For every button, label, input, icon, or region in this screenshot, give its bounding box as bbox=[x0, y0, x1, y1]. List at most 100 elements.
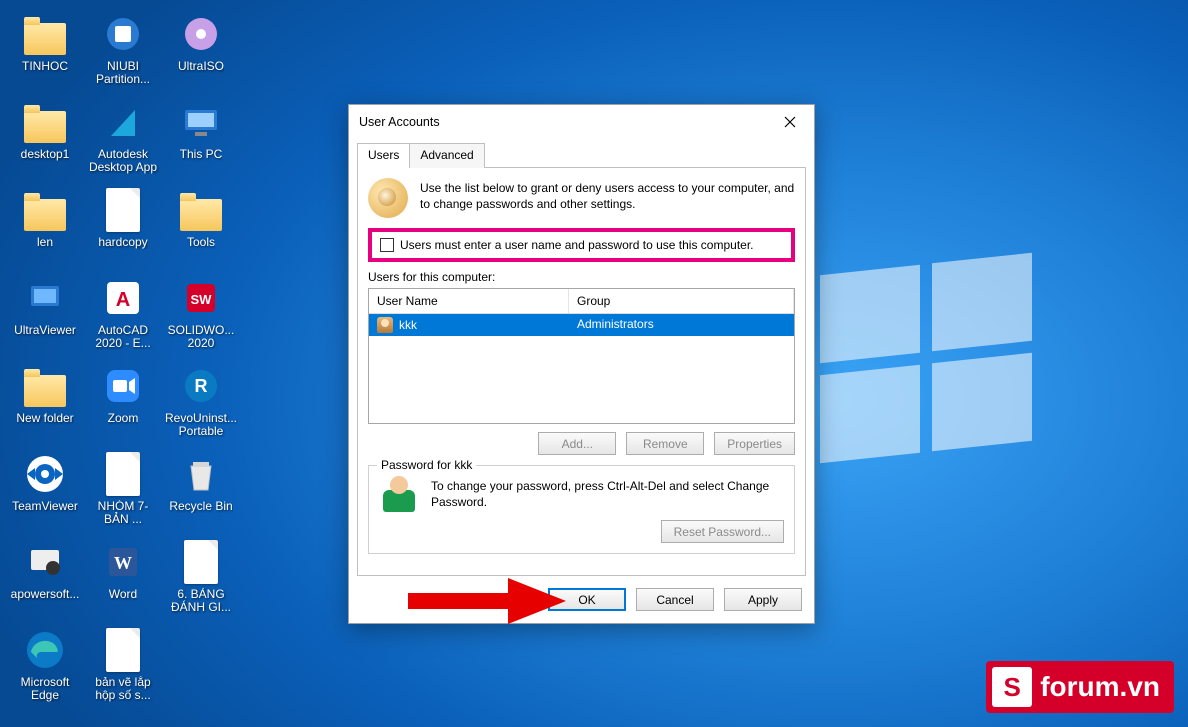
dialog-title: User Accounts bbox=[359, 115, 440, 129]
desktop-icon-apowersoft[interactable]: apowersoft... bbox=[6, 536, 84, 624]
desktop-icon-autocad-2020-e[interactable]: A AutoCAD 2020 - E... bbox=[84, 272, 162, 360]
properties-button[interactable]: Properties bbox=[714, 432, 795, 455]
app-adsk-icon bbox=[99, 98, 147, 146]
windows-logo-backdrop bbox=[820, 270, 1040, 470]
app-uiso-icon bbox=[177, 10, 225, 58]
desktop-icon-label: New folder bbox=[16, 412, 73, 425]
apply-button[interactable]: Apply bbox=[724, 588, 802, 611]
listview-header[interactable]: User Name Group bbox=[369, 289, 794, 314]
desktop-icon-hardcopy[interactable]: hardcopy bbox=[84, 184, 162, 272]
dialog-button-row: OK Cancel Apply bbox=[349, 584, 814, 623]
desktop-icon-label: Tools bbox=[187, 236, 215, 249]
titlebar: User Accounts bbox=[349, 105, 814, 139]
ok-button[interactable]: OK bbox=[548, 588, 626, 611]
desktop-icon-desktop1[interactable]: desktop1 bbox=[6, 96, 84, 184]
desktop-icon-label: len bbox=[37, 236, 53, 249]
require-login-label: Users must enter a user name and passwor… bbox=[400, 238, 754, 252]
app-uv-icon bbox=[21, 274, 69, 322]
thispc-icon bbox=[177, 98, 225, 146]
desktop-icon-revouninst-portable[interactable]: RRevoUninst... Portable bbox=[162, 360, 240, 448]
avatar-icon bbox=[379, 476, 419, 512]
desktop-icon-label: TINHOC bbox=[22, 60, 68, 73]
checkbox-highlight: Users must enter a user name and passwor… bbox=[368, 228, 795, 262]
cell-group: Administrators bbox=[569, 314, 794, 336]
cancel-button[interactable]: Cancel bbox=[636, 588, 714, 611]
password-groupbox: Password for kkk To change your password… bbox=[368, 465, 795, 554]
tab-panel-users: Use the list below to grant or deny user… bbox=[357, 167, 806, 576]
svg-text:SW: SW bbox=[191, 292, 213, 307]
desktop-icon-autodesk-desktop-app[interactable]: Autodesk Desktop App bbox=[84, 96, 162, 184]
remove-button[interactable]: Remove bbox=[626, 432, 704, 455]
tab-users[interactable]: Users bbox=[357, 143, 410, 168]
tabstrip: Users Advanced bbox=[357, 143, 806, 168]
desktop-icon-label: TeamViewer bbox=[12, 500, 78, 513]
desktop-icon-label: UltraViewer bbox=[14, 324, 76, 337]
app-apw-icon bbox=[21, 538, 69, 586]
desktop-icon-tinhoc[interactable]: TINHOC bbox=[6, 8, 84, 96]
folder-icon bbox=[21, 186, 69, 234]
desktop-icon-word[interactable]: W Word bbox=[84, 536, 162, 624]
desktop-icon-label: Word bbox=[109, 588, 137, 601]
folder-icon bbox=[21, 10, 69, 58]
desktop-icon-zoom[interactable]: Zoom bbox=[84, 360, 162, 448]
desktop-icon-label: AutoCAD 2020 - E... bbox=[86, 324, 160, 350]
password-legend: Password for kkk bbox=[377, 458, 476, 472]
app-zoom-icon bbox=[99, 362, 147, 410]
svg-text:A: A bbox=[116, 289, 130, 311]
desktop-icon-b-n-v-l-p-h-p-s-s[interactable]: bản vẽ lắp hộp số s... bbox=[84, 624, 162, 712]
doc-word-icon bbox=[177, 538, 225, 586]
desktop-icon-6-b-ng-nh-gi[interactable]: 6. BẢNG ĐÁNH GI... bbox=[162, 536, 240, 624]
desktop-icon-ultraiso[interactable]: UltraISO bbox=[162, 8, 240, 96]
desktop-icon-teamviewer[interactable]: TeamViewer bbox=[6, 448, 84, 536]
users-listview[interactable]: User Name Group kkk Administrators bbox=[368, 288, 795, 424]
close-icon bbox=[784, 116, 796, 128]
desktop-icon-label: bản vẽ lắp hộp số s... bbox=[86, 676, 160, 702]
desktop-icon-tools[interactable]: Tools bbox=[162, 184, 240, 272]
desktop-icon-nh-m-7-b-n[interactable]: NHÓM 7-BẢN ... bbox=[84, 448, 162, 536]
app-edge-icon bbox=[21, 626, 69, 674]
app-word-icon: W bbox=[99, 538, 147, 586]
app-acad-icon: A bbox=[99, 274, 147, 322]
desktop-icon-new-folder[interactable]: New folder bbox=[6, 360, 84, 448]
desktop-icon-label: SOLIDWO... 2020 bbox=[164, 324, 238, 350]
desktop-icon-label: NIUBI Partition... bbox=[86, 60, 160, 86]
desktop-icon-solidwo-2020[interactable]: SW SOLIDWO... 2020 bbox=[162, 272, 240, 360]
desktop-icon-recycle-bin[interactable]: Recycle Bin bbox=[162, 448, 240, 536]
desktop-icon-label: apowersoft... bbox=[11, 588, 80, 601]
desktop-icon-label: RevoUninst... Portable bbox=[164, 412, 238, 438]
doc-icon bbox=[99, 186, 147, 234]
reset-password-button[interactable]: Reset Password... bbox=[661, 520, 784, 543]
col-group[interactable]: Group bbox=[569, 289, 794, 313]
desktop-icon-len[interactable]: len bbox=[6, 184, 84, 272]
listview-row-selected[interactable]: kkk Administrators bbox=[369, 314, 794, 336]
cell-username: kkk bbox=[399, 318, 417, 332]
desktop-icon-ultraviewer[interactable]: UltraViewer bbox=[6, 272, 84, 360]
watermark: S forum.vn bbox=[986, 661, 1174, 713]
folder-shortcut-icon bbox=[177, 186, 225, 234]
svg-text:W: W bbox=[114, 553, 132, 573]
desktop: TINHOC desktop1 len UltraViewer New folder Te… bbox=[0, 0, 320, 720]
app-sw-icon: SW bbox=[177, 274, 225, 322]
close-button[interactable] bbox=[768, 107, 812, 137]
users-list-label: Users for this computer: bbox=[368, 270, 795, 284]
desktop-icon-niubi-partition[interactable]: NIUBI Partition... bbox=[84, 8, 162, 96]
desktop-icon-microsoft-edge[interactable]: Microsoft Edge bbox=[6, 624, 84, 712]
desktop-icon-label: hardcopy bbox=[98, 236, 147, 249]
desktop-icon-label: desktop1 bbox=[21, 148, 70, 161]
recycle-icon bbox=[177, 450, 225, 498]
tab-advanced[interactable]: Advanced bbox=[410, 143, 484, 168]
user-icon bbox=[377, 317, 393, 333]
add-button[interactable]: Add... bbox=[538, 432, 616, 455]
require-login-checkbox[interactable] bbox=[380, 238, 394, 252]
desktop-icon-label: Recycle Bin bbox=[169, 500, 232, 513]
desktop-icon-this-pc[interactable]: This PC bbox=[162, 96, 240, 184]
col-username[interactable]: User Name bbox=[369, 289, 569, 313]
hint-text: Use the list below to grant or deny user… bbox=[420, 178, 795, 218]
folder-icon bbox=[21, 98, 69, 146]
watermark-text: forum.vn bbox=[1040, 671, 1160, 703]
desktop-icon-label: Microsoft Edge bbox=[8, 676, 82, 702]
app-niubi-icon bbox=[99, 10, 147, 58]
watermark-badge: S bbox=[992, 667, 1032, 707]
desktop-icon-label: Autodesk Desktop App bbox=[86, 148, 160, 174]
password-hint: To change your password, press Ctrl-Alt-… bbox=[431, 476, 784, 512]
